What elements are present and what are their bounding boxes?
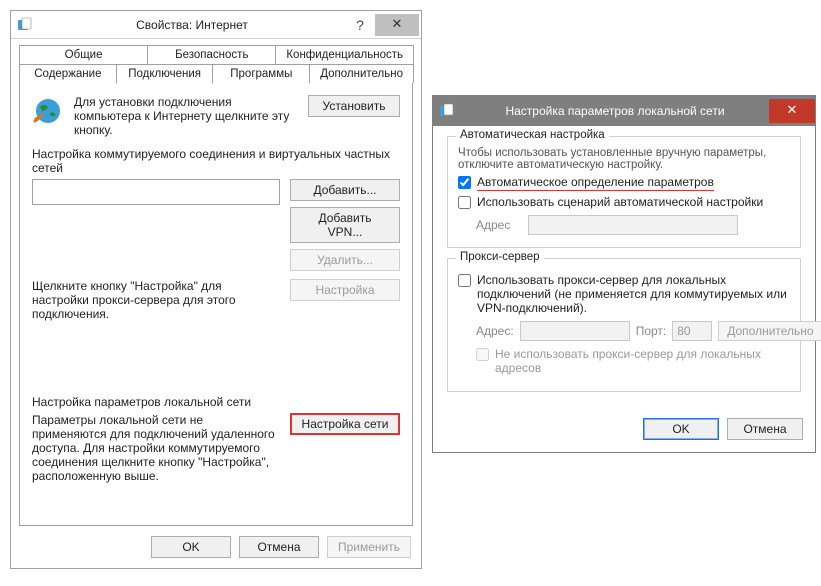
cancel-button[interactable]: Отмена bbox=[727, 418, 803, 440]
ok-button[interactable]: OK bbox=[643, 418, 719, 440]
use-proxy-checkbox[interactable] bbox=[458, 274, 471, 287]
proxy-advanced-button: Дополнительно bbox=[718, 321, 821, 341]
lan-settings-button[interactable]: Настройка сети bbox=[290, 413, 400, 435]
app-icon bbox=[439, 103, 455, 119]
dialog-buttons: OK Отмена Применить bbox=[11, 526, 421, 568]
proxy-address-input bbox=[520, 321, 630, 341]
connections-panel: Для установки подключения компьютера к И… bbox=[19, 82, 413, 526]
close-button[interactable]: ✕ bbox=[375, 14, 419, 36]
proxy-hint: Щелкните кнопку "Настройка" для настройк… bbox=[32, 279, 280, 321]
lan-settings-dialog: Настройка параметров локальной сети ✕ Ав… bbox=[432, 95, 816, 453]
delete-button: Удалить... bbox=[290, 249, 400, 271]
proxy-group: Прокси-сервер Использовать прокси-сервер… bbox=[447, 258, 801, 392]
tab-advanced[interactable]: Дополнительно bbox=[309, 64, 414, 83]
internet-properties-dialog: Свойства: Интернет ? ✕ Общие Безопасност… bbox=[10, 10, 422, 569]
app-icon bbox=[17, 17, 33, 33]
setup-text: Для установки подключения компьютера к И… bbox=[74, 95, 298, 137]
use-script-label: Использовать сценарий автоматической нас… bbox=[477, 195, 763, 209]
tab-programs[interactable]: Программы bbox=[212, 64, 310, 83]
help-button[interactable]: ? bbox=[345, 17, 375, 33]
auto-detect-checkbox[interactable] bbox=[458, 176, 471, 189]
setup-button[interactable]: Установить bbox=[308, 95, 400, 117]
add-button[interactable]: Добавить... bbox=[290, 179, 400, 201]
auto-config-group: Автоматическая настройка Чтобы использов… bbox=[447, 136, 801, 248]
tab-general[interactable]: Общие bbox=[19, 45, 148, 64]
tab-connections[interactable]: Подключения bbox=[116, 64, 214, 84]
bypass-local-checkbox bbox=[476, 348, 489, 361]
auto-hint: Чтобы использовать установленные вручную… bbox=[458, 147, 790, 171]
proxy-address-label: Адрес: bbox=[476, 324, 514, 338]
tab-privacy[interactable]: Конфиденциальность bbox=[275, 45, 414, 64]
connections-list[interactable] bbox=[32, 179, 280, 205]
dialog-title: Свойства: Интернет bbox=[39, 18, 345, 32]
proxy-port-input bbox=[672, 321, 712, 341]
titlebar: Свойства: Интернет ? ✕ bbox=[11, 11, 421, 39]
ok-button[interactable]: OK bbox=[151, 536, 231, 558]
dialog-title: Настройка параметров локальной сети bbox=[461, 104, 769, 118]
dialup-section-label: Настройка коммутируемого соединения и ви… bbox=[32, 147, 400, 175]
tab-content[interactable]: Содержание bbox=[19, 64, 117, 83]
settings-button: Настройка bbox=[290, 279, 400, 301]
use-script-checkbox[interactable] bbox=[458, 196, 471, 209]
dialog-buttons: OK Отмена bbox=[433, 412, 815, 452]
proxy-legend: Прокси-сервер bbox=[456, 251, 544, 263]
tab-security[interactable]: Безопасность bbox=[147, 45, 276, 64]
script-address-label: Адрес bbox=[476, 218, 522, 232]
proxy-port-label: Порт: bbox=[636, 324, 667, 338]
globe-icon bbox=[32, 95, 64, 127]
lan-section-label: Настройка параметров локальной сети bbox=[32, 395, 400, 409]
add-vpn-button[interactable]: Добавить VPN... bbox=[290, 207, 400, 243]
auto-config-legend: Автоматическая настройка bbox=[456, 129, 609, 141]
auto-detect-label: Автоматическое определение параметров bbox=[477, 175, 714, 191]
apply-button: Применить bbox=[327, 536, 411, 558]
cancel-button[interactable]: Отмена bbox=[239, 536, 319, 558]
tabs: Общие Безопасность Конфиденциальность Со… bbox=[19, 45, 413, 526]
bypass-local-label: Не использовать прокси-сервер для локаль… bbox=[495, 347, 790, 375]
use-proxy-label: Использовать прокси-сервер для локальных… bbox=[477, 273, 790, 315]
close-button[interactable]: ✕ bbox=[769, 99, 815, 123]
titlebar: Настройка параметров локальной сети ✕ bbox=[433, 96, 815, 126]
script-address-input bbox=[528, 215, 738, 235]
lan-hint: Параметры локальной сети не применяются … bbox=[32, 413, 280, 483]
